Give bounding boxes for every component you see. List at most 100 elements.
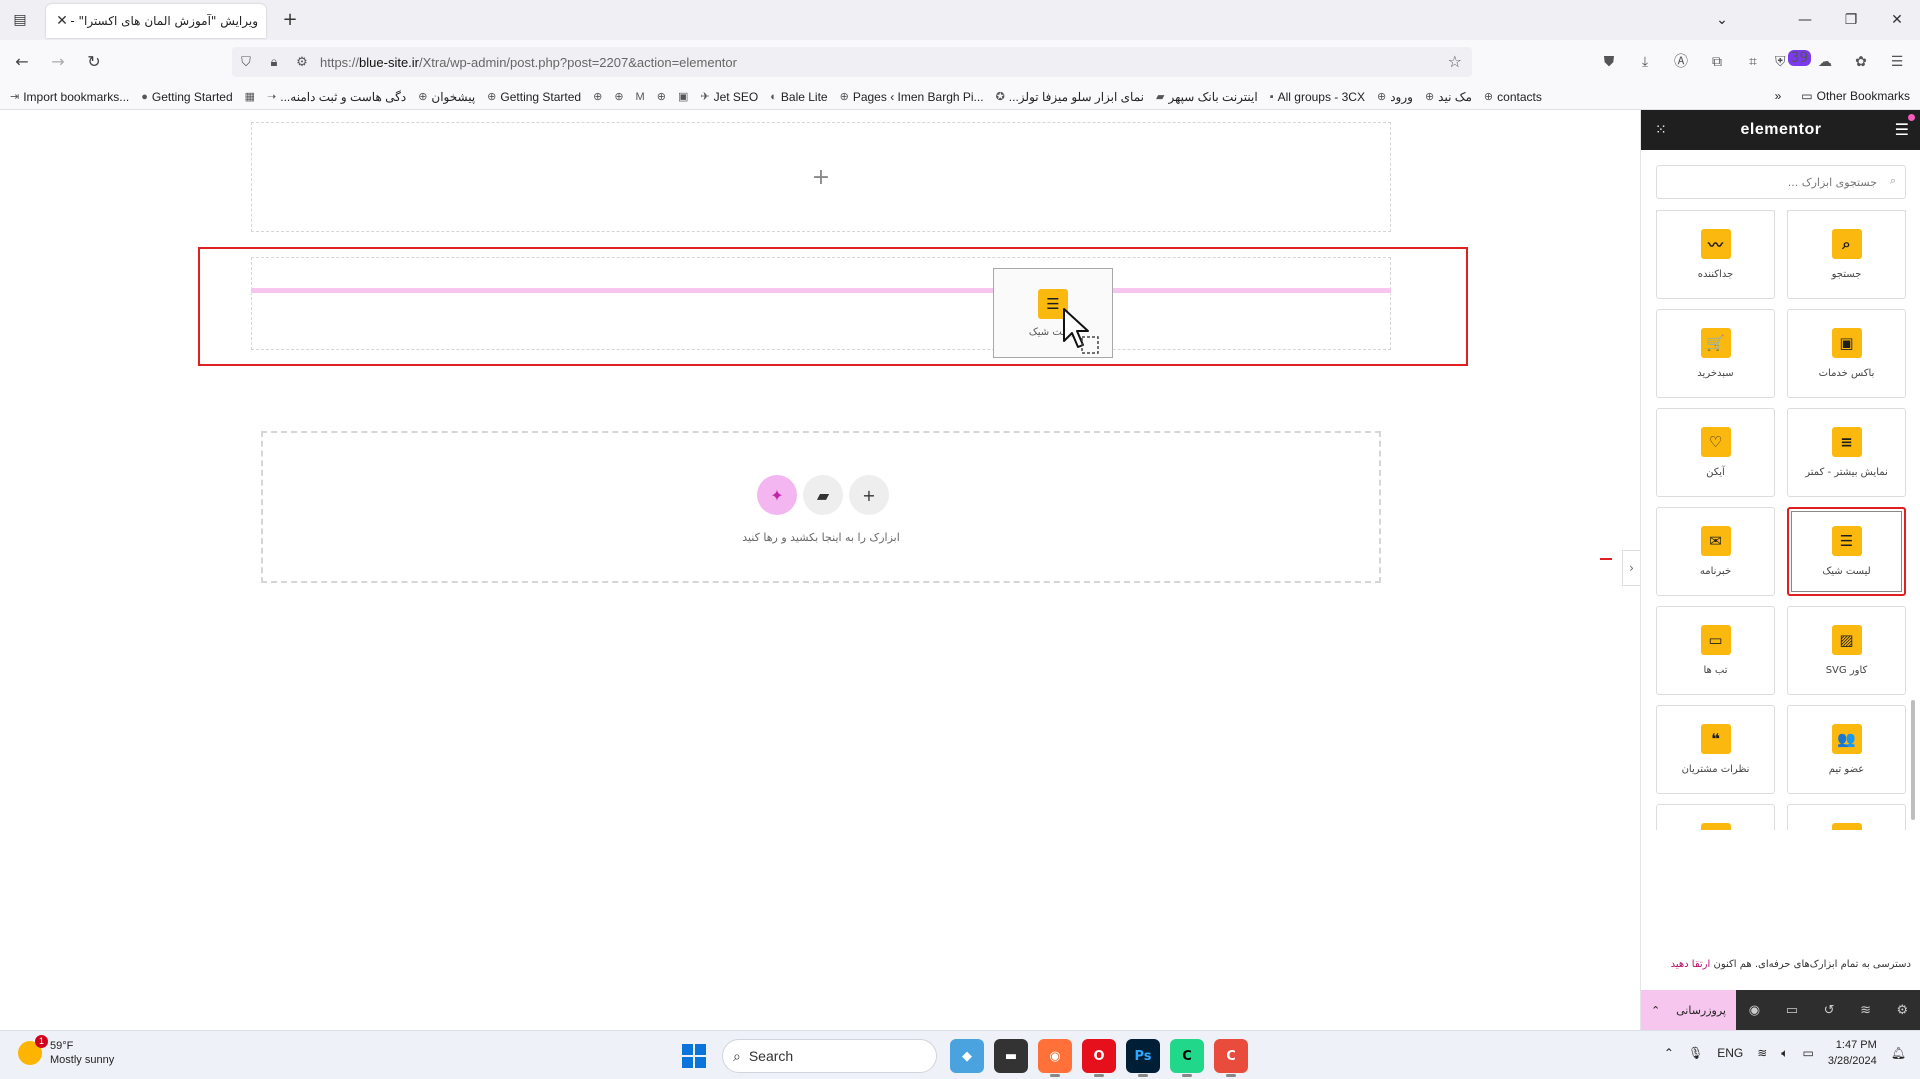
preview-eye-icon[interactable]: ◉ [1749, 1003, 1760, 1018]
bookmark-item[interactable]: ⇥ Import bookmarks... [10, 90, 129, 104]
shield-extension-icon[interactable]: ⛨ 39 [1775, 50, 1812, 74]
bookmark-item[interactable]: ▣ [678, 90, 688, 103]
promo-upgrade-link[interactable]: ارتقا دهید [1671, 959, 1711, 970]
widget-tile[interactable]: ♡ آیکن [1656, 408, 1775, 497]
bookmark-item[interactable]: ● Getting Started [141, 90, 232, 104]
chevron-up-icon[interactable]: ⌃ [1664, 1046, 1674, 1060]
download-icon[interactable]: ⤓ [1631, 50, 1659, 74]
widget-search-input[interactable] [1656, 165, 1906, 199]
windows-start-icon[interactable] [682, 1044, 706, 1068]
extension-icon[interactable]: ✿ [1847, 50, 1875, 74]
widget-tile[interactable]: ▭ تب ها [1656, 606, 1775, 695]
shield-icon[interactable]: ⛉ [232, 55, 260, 70]
camtasia-app-icon[interactable]: C [1170, 1039, 1204, 1077]
pocket-icon[interactable]: ⛊ [1595, 50, 1623, 74]
minimize-icon[interactable]: — [1782, 0, 1828, 40]
url-bar[interactable]: ⛉ 🔒︎ ⚙ https://blue-site.ir/Xtra/wp-admi… [232, 47, 1472, 77]
volume-icon[interactable]: 🔈︎ [1781, 1046, 1788, 1061]
wifi-icon[interactable]: ≋ [1757, 1046, 1767, 1060]
account-icon[interactable]: Ⓐ [1667, 50, 1695, 74]
url-text[interactable]: https://blue-site.ir/Xtra/wp-admin/post.… [320, 55, 737, 70]
widget-tile[interactable]: ▨ کاور SVG [1787, 606, 1906, 695]
bookmark-item[interactable]: ▪ All groups - 3CX [1270, 90, 1365, 104]
pro-upgrade-button[interactable]: پروزرسانی ⌃ [1641, 990, 1736, 1030]
globe-icon: ⊕ [614, 91, 624, 103]
bookmark-item[interactable]: ⊕ پیشخوان [418, 90, 475, 104]
widget-tile[interactable]: 👥 عضو تیم [1787, 705, 1906, 794]
widget-tile[interactable]: ❝ نظرات مشتریان [1656, 705, 1775, 794]
bookmark-item[interactable]: ⊕ ورود [1377, 90, 1413, 104]
widget-tile[interactable]: 〰 جداکننده [1656, 210, 1775, 299]
bookmark-item[interactable]: ✪ ...نمای ابزار سلو میزفا تولز [996, 90, 1144, 104]
bookmark-item[interactable]: ⊕ Pages ‹ Imen Bargh Pi... [840, 90, 984, 104]
panel-scrollbar[interactable] [1911, 700, 1915, 820]
bookmark-item[interactable]: ✈ Jet SEO [700, 90, 758, 104]
widget-tile[interactable]: ⇹نوار زمان [1656, 804, 1775, 830]
clock[interactable]: 1:47 PM 3/28/2024 [1828, 1037, 1877, 1069]
bookmark-item[interactable]: ⊕ [657, 90, 666, 103]
file-explorer-icon[interactable]: ▬ [994, 1039, 1028, 1073]
bookmark-item[interactable]: ⊕ مک نید [1425, 90, 1472, 104]
bookmark-item[interactable]: M [636, 91, 645, 103]
bookmark-star-icon[interactable]: ☆ [1448, 52, 1462, 71]
bookmark-item[interactable]: ▦ [245, 90, 255, 103]
bookmark-item[interactable]: ⊕ contacts [1484, 90, 1542, 104]
overflow-chevron-icon[interactable]: » [1775, 89, 1782, 103]
layers-icon[interactable]: ≋ [1860, 1003, 1871, 1018]
bookmark-item[interactable]: ⊕ Getting Started [487, 90, 581, 104]
photoshop-app-icon[interactable]: Ps [1126, 1039, 1160, 1077]
firefox-app-icon[interactable]: ◉ [1038, 1039, 1072, 1077]
settings-gear-icon[interactable]: ⚙ [1897, 1003, 1909, 1018]
battery-icon[interactable]: ▭ [1802, 1046, 1813, 1060]
panel-collapse-icon[interactable]: › [1622, 550, 1640, 586]
taskbar-search[interactable]: ⌕ Search [722, 1039, 937, 1073]
widget-tile[interactable]: ▣ باکس خدمات [1787, 309, 1906, 398]
permissions-icon[interactable]: ⚙ [288, 55, 316, 70]
bookmark-label: Import bookmarks... [23, 89, 130, 104]
notifications-icon[interactable]: 🔔︎ [1891, 1046, 1906, 1060]
hamburger-icon[interactable]: ☰ [1895, 120, 1909, 139]
add-new-section: ✦ ▰ + ابزارک را به اینجا بکشید و رها کنی… [261, 431, 1381, 583]
bookmark-item[interactable]: ⊕ [614, 90, 623, 103]
add-section-icon[interactable]: + [849, 475, 889, 515]
widget-tile[interactable]: ✉ خبرنامه [1656, 507, 1775, 596]
microphone-icon[interactable]: 🎙︎ [1688, 1046, 1703, 1060]
recorder-app-icon[interactable]: C [1214, 1039, 1248, 1077]
language-indicator[interactable]: ENG [1717, 1046, 1743, 1060]
bookmark-item[interactable]: ⊕ [593, 90, 602, 103]
forward-icon[interactable]: → [46, 50, 70, 74]
extensions-icon[interactable]: ⧉ [1703, 50, 1731, 74]
maximize-icon[interactable]: ❐ [1828, 0, 1874, 40]
reload-icon[interactable]: ↻ [82, 50, 106, 74]
new-tab-button[interactable]: + [278, 8, 302, 32]
widget-tile[interactable]: ☰ لیست شیک [1787, 507, 1906, 596]
widget-tile[interactable]: ⌕ جستجو [1787, 210, 1906, 299]
browser-tab-active[interactable]: ویرایش "آموزش المان های اکسترا" - ... ✕ [46, 4, 266, 38]
empty-section[interactable]: + [251, 122, 1391, 232]
tab-list-icon[interactable]: ▤ [8, 8, 32, 32]
menu-icon[interactable]: ☰ [1883, 50, 1911, 74]
copilot-app-icon[interactable]: ◆ [950, 1039, 984, 1073]
grid-icon[interactable]: ⁙ [1655, 122, 1667, 138]
lock-icon[interactable]: 🔒︎ [260, 55, 288, 70]
back-icon[interactable]: ← [10, 50, 34, 74]
add-element-icon[interactable]: + [812, 165, 830, 190]
crop-icon[interactable]: ⌗ [1739, 50, 1767, 74]
widget-tile[interactable]: ≡ نمایش بیشتر - کمتر [1787, 408, 1906, 497]
close-window-icon[interactable]: ✕ [1874, 0, 1920, 40]
tab-close-icon[interactable]: ✕ [54, 13, 70, 29]
bookmark-item[interactable]: ▰ اینترنت بانک سپهر [1156, 90, 1258, 104]
opera-app-icon[interactable]: O [1082, 1039, 1116, 1077]
tabs-dropdown-icon[interactable]: ⌄ [1710, 8, 1734, 32]
other-bookmarks[interactable]: » ▭ Other Bookmarks [1775, 89, 1910, 103]
widget-tile[interactable]: 🛒 سبدخرید [1656, 309, 1775, 398]
vpn-icon[interactable]: ☁ [1811, 50, 1839, 74]
history-icon[interactable]: ↺ [1824, 1003, 1835, 1018]
ai-sparkle-icon[interactable]: ✦ [757, 475, 797, 515]
bookmark-item[interactable]: ◐ Bale Lite [770, 90, 827, 104]
weather-widget[interactable]: 1 59°F Mostly sunny [18, 1035, 114, 1067]
responsive-icon[interactable]: ▭ [1786, 1003, 1798, 1018]
bookmark-item[interactable]: ➝ ...دگی هاست و ثبت دامنه [267, 90, 406, 104]
template-folder-icon[interactable]: ▰ [803, 475, 843, 515]
widget-tile[interactable]: TXTمتن متحرک [1787, 804, 1906, 830]
